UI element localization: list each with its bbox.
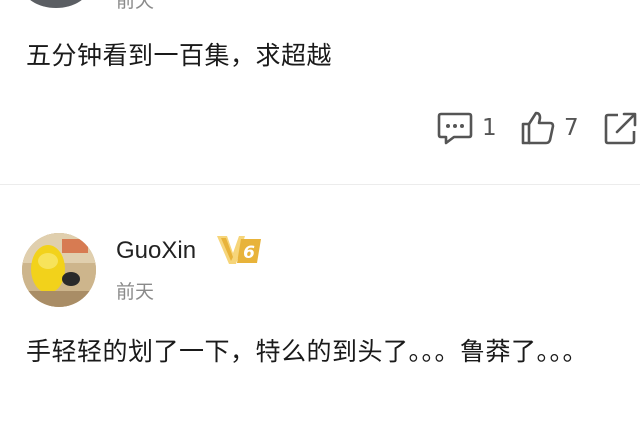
avatar-image [22,233,96,307]
thumbs-up-icon [521,111,555,145]
comment-text: 手轻轻的划了一下，特么的到头了。。。鲁莽了。。。 [26,337,589,366]
username[interactable]: GuoXin [116,237,196,265]
share-button[interactable] [603,108,637,148]
comment-text: 五分钟看到一百集，求超越 [26,41,333,70]
avatar[interactable] [22,0,90,8]
reply-count: 1 [482,115,497,141]
comment-icon [437,112,473,145]
svg-text:6: 6 [243,243,255,263]
vip-badge-icon: 6 [215,233,265,267]
comment-item: GuoXin 6 前天 手轻轻的划了一下，特么的到头了。。。鲁莽了。。。 [0,185,640,429]
comment-feed: 前天 五分钟看到一百集，求超越 1 7 GuoXin 6 前天 手轻轻的划了一下… [0,0,640,429]
comment-item: 前天 五分钟看到一百集，求超越 1 7 [0,0,640,185]
like-count: 7 [564,115,579,141]
share-icon [604,112,637,145]
reply-button[interactable]: 1 [436,108,497,148]
comment-actions: 1 7 [0,108,640,148]
comment-time: 前天 [116,0,155,12]
like-button[interactable]: 7 [520,108,579,148]
avatar[interactable] [22,233,96,307]
comment-time: 前天 [116,281,155,303]
